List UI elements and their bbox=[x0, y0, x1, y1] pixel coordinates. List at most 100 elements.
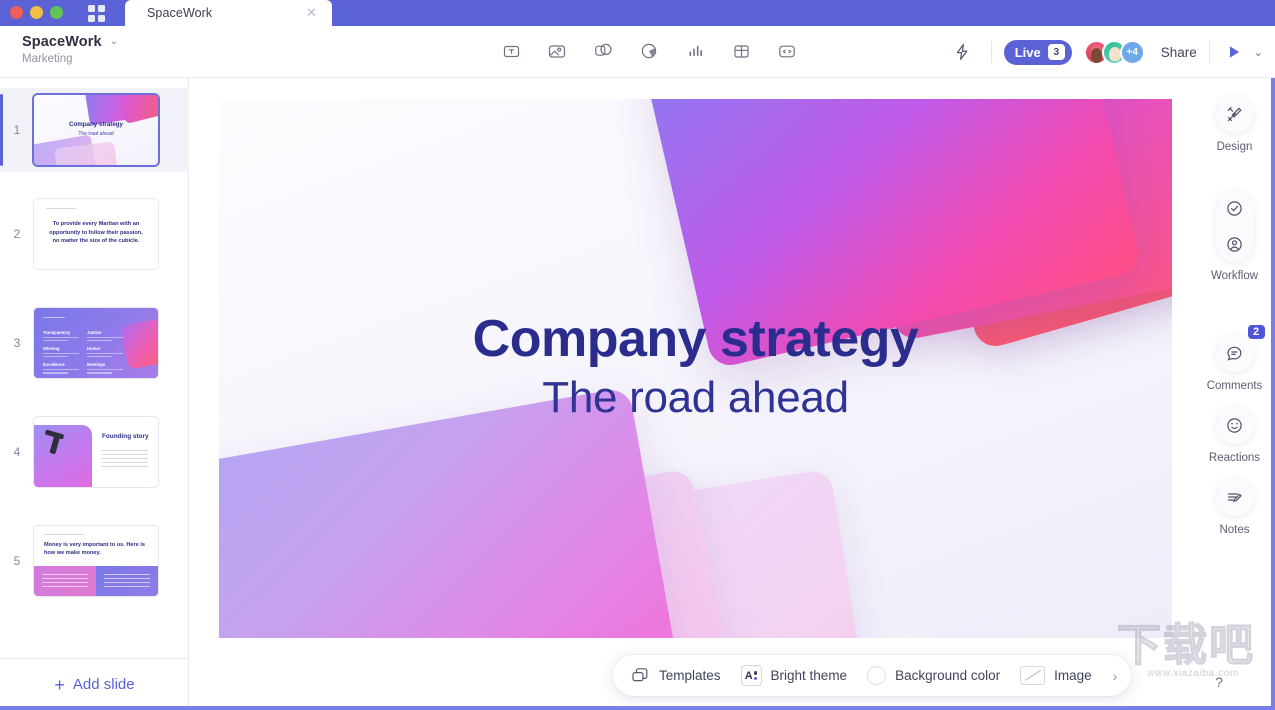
slide-thumb-2[interactable]: 2 To provide every Martian with an oppor… bbox=[0, 186, 189, 281]
thumb-cell: Excellence bbox=[43, 362, 65, 368]
comments-badge: 2 bbox=[1245, 323, 1267, 341]
window-close-button[interactable] bbox=[10, 6, 23, 19]
apps-grid-icon[interactable] bbox=[88, 5, 106, 23]
thumb-title: Company strategy bbox=[69, 121, 123, 128]
theme-button[interactable]: A Bright theme bbox=[740, 665, 848, 686]
slide-thumb-image[interactable]: Company strategy The road ahead bbox=[34, 95, 158, 165]
live-label: Live bbox=[1014, 44, 1041, 60]
thumb-title: Founding story bbox=[102, 432, 149, 440]
divider bbox=[1208, 41, 1210, 63]
rail-label: Workflow bbox=[1210, 270, 1259, 282]
rail-item-workflow[interactable]: Workflow bbox=[1198, 190, 1271, 282]
notes-pencil-icon[interactable] bbox=[1215, 478, 1254, 516]
slide-thumb-1[interactable]: 1 Company strategy The road ahead bbox=[0, 88, 189, 172]
right-rail: Design Workflow 2 Comments Reactions Not… bbox=[1198, 78, 1275, 710]
theme-letter-icon: A bbox=[740, 665, 762, 686]
slide-number: 5 bbox=[13, 553, 21, 568]
workspace-name: SpaceWork bbox=[22, 34, 102, 50]
templates-button[interactable]: Templates bbox=[631, 667, 721, 685]
rail-item-notes[interactable]: Notes bbox=[1198, 478, 1271, 536]
bar-chart-icon[interactable] bbox=[681, 37, 709, 65]
chevron-down-icon[interactable]: ⌄ bbox=[1254, 46, 1263, 59]
slide-thumb-image[interactable]: Money is very important to us. Here is h… bbox=[34, 525, 158, 596]
slide-number: 2 bbox=[13, 226, 21, 241]
slides-list[interactable]: 1 Company strategy The road ahead 2 To p… bbox=[0, 78, 189, 656]
close-icon[interactable]: ✕ bbox=[305, 6, 318, 19]
avatar-overflow-count[interactable]: +4 bbox=[1119, 39, 1145, 65]
rail-item-design[interactable]: Design bbox=[1198, 95, 1271, 153]
workflow-check-person-icon[interactable] bbox=[1215, 190, 1254, 262]
theme-label: Bright theme bbox=[770, 668, 848, 683]
window-minimize-button[interactable] bbox=[30, 6, 43, 19]
slide-thumb-5[interactable]: 5 Money is very important to us. Here is… bbox=[0, 513, 189, 608]
bottom-accent-strip bbox=[0, 706, 1275, 710]
background-color-button[interactable]: Background color bbox=[867, 666, 1000, 685]
tab-label: SpaceWork bbox=[147, 6, 213, 20]
collaborator-avatars[interactable]: +4 bbox=[1083, 39, 1145, 65]
theme-letter: A bbox=[744, 669, 753, 682]
slide-thumb-image[interactable]: Founding story bbox=[34, 416, 158, 487]
embed-code-icon[interactable] bbox=[773, 37, 801, 65]
help-button[interactable]: ? bbox=[1209, 672, 1229, 692]
browser-tab[interactable]: SpaceWork ✕ bbox=[125, 0, 332, 26]
present-controls[interactable]: ⌄ bbox=[1226, 44, 1263, 60]
plus-icon: + bbox=[54, 674, 65, 695]
rail-item-comments[interactable]: 2 Comments bbox=[1198, 323, 1271, 392]
slide-thumb-image[interactable]: Transparency Justice Winning Humor Excel… bbox=[34, 307, 158, 378]
insert-tools bbox=[497, 37, 801, 65]
brand-block[interactable]: SpaceWork ⌄ Marketing bbox=[22, 34, 118, 65]
divider bbox=[990, 41, 992, 63]
comment-bubble-icon[interactable]: 2 bbox=[1215, 323, 1267, 372]
thumb-cell: Transparency bbox=[43, 329, 71, 335]
window-maximize-button[interactable] bbox=[50, 6, 63, 19]
slide-number: 3 bbox=[13, 335, 21, 350]
slide-canvas[interactable]: Company strategy The road ahead Template… bbox=[189, 78, 1198, 710]
person-circle-icon[interactable] bbox=[1225, 235, 1244, 254]
sticker-icon[interactable] bbox=[635, 37, 663, 65]
thumb-cell: Meetings bbox=[87, 362, 106, 368]
color-circle-icon bbox=[867, 666, 887, 685]
current-slide[interactable]: Company strategy The road ahead bbox=[219, 99, 1172, 638]
app-window: SpaceWork ✕ SpaceWork ⌄ Marketing Live 3… bbox=[0, 0, 1275, 710]
image-icon[interactable] bbox=[543, 37, 571, 65]
table-icon[interactable] bbox=[727, 37, 755, 65]
templates-icon bbox=[632, 667, 648, 681]
thumb-body: Money is very important to us. Here is h… bbox=[44, 541, 146, 556]
play-icon[interactable] bbox=[1226, 44, 1242, 60]
slide-thumb-3[interactable]: 3 Transparency Justice Winning Humor Exc… bbox=[0, 295, 189, 390]
slide-text-block[interactable]: Company strategy The road ahead bbox=[219, 311, 1172, 423]
slides-panel: 1 Company strategy The road ahead 2 To p… bbox=[0, 78, 189, 710]
rail-edge bbox=[1271, 78, 1275, 710]
templates-label: Templates bbox=[659, 668, 721, 683]
top-right-controls: Live 3 +4 Share ⌄ bbox=[945, 26, 1263, 78]
thumb-subtitle: The road ahead bbox=[78, 131, 114, 137]
smiley-icon[interactable] bbox=[1215, 406, 1254, 444]
text-box-icon[interactable] bbox=[497, 37, 525, 65]
add-slide-button[interactable]: + Add slide bbox=[0, 658, 189, 710]
workspace-subtitle: Marketing bbox=[22, 53, 73, 65]
rail-item-reactions[interactable]: Reactions bbox=[1198, 406, 1271, 464]
background-color-label: Background color bbox=[895, 668, 1001, 683]
active-slide-indicator bbox=[0, 94, 3, 166]
slide-subtitle[interactable]: The road ahead bbox=[219, 373, 1172, 423]
chevron-right-icon[interactable]: › bbox=[1113, 668, 1118, 684]
rail-label: Reactions bbox=[1208, 452, 1261, 464]
live-badge[interactable]: Live 3 bbox=[1003, 39, 1072, 65]
thumb-cell: Humor bbox=[87, 345, 101, 351]
design-brush-icon[interactable] bbox=[1215, 95, 1254, 133]
image-label: Image bbox=[1054, 668, 1092, 683]
lightning-icon[interactable] bbox=[945, 35, 979, 69]
live-count: 3 bbox=[1047, 44, 1065, 60]
share-button[interactable]: Share bbox=[1161, 45, 1197, 60]
image-button[interactable]: Image bbox=[1020, 666, 1092, 685]
top-toolbar: SpaceWork ⌄ Marketing Live 3 +4 Share ⌄ bbox=[0, 26, 1275, 78]
slide-title[interactable]: Company strategy bbox=[219, 311, 1172, 367]
rail-label: Design bbox=[1216, 141, 1253, 153]
slide-thumb-image[interactable]: To provide every Martian with an opportu… bbox=[34, 198, 158, 269]
shapes-icon[interactable] bbox=[589, 37, 617, 65]
check-circle-icon[interactable] bbox=[1225, 199, 1244, 218]
rail-label: Notes bbox=[1219, 524, 1250, 536]
slide-thumb-4[interactable]: 4 Founding story bbox=[0, 404, 189, 499]
chevron-down-icon[interactable]: ⌄ bbox=[110, 37, 118, 47]
slide-style-toolbar: Templates A Bright theme Background colo… bbox=[613, 655, 1132, 696]
